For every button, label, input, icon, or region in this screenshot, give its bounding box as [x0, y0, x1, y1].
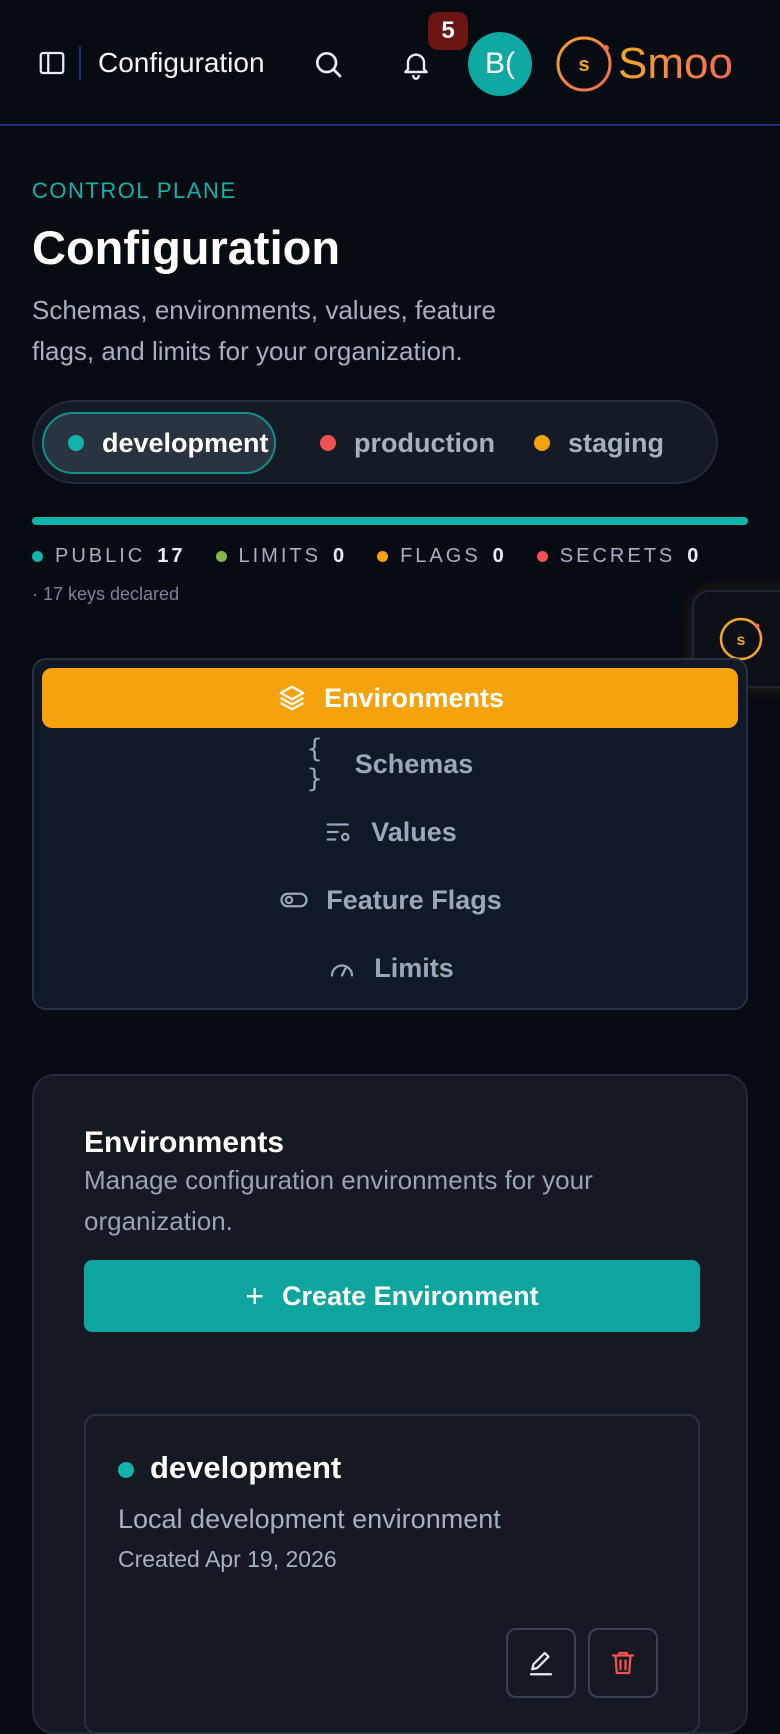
status-dot — [215, 551, 227, 562]
logo-mark-icon: s — [556, 36, 612, 92]
panel-description: Manage configuration environments for yo… — [84, 1165, 593, 1236]
nav-item-label: Values — [371, 816, 457, 847]
environment-switcher: development production staging — [32, 400, 718, 484]
search-icon[interactable] — [308, 44, 348, 84]
nav-item-label: Environments — [323, 682, 505, 713]
keys-declared-note: · 17 keys declared — [32, 584, 180, 604]
config-nav: Environments { } Schemas Values Feature … — [32, 658, 748, 1010]
stat-label: SECRETS — [559, 545, 676, 567]
pencil-icon — [529, 1651, 553, 1676]
status-dot — [320, 435, 336, 451]
stat-value: 0 — [687, 545, 702, 567]
topbar-title: Configuration — [98, 47, 265, 78]
svg-text:s: s — [578, 54, 589, 76]
bell-icon[interactable] — [396, 44, 436, 84]
top-bar: Configuration 5 B( s Smoo — [0, 0, 780, 126]
status-dot — [68, 435, 84, 451]
env-pill-label: development — [102, 427, 269, 458]
divider — [79, 46, 81, 80]
nav-item-label: Schemas — [354, 748, 474, 779]
env-pill-staging[interactable]: staging — [510, 412, 694, 474]
environment-item: development Local development environmen… — [84, 1414, 700, 1734]
key-progress-bar — [32, 517, 748, 525]
key-stats: PUBLIC 17 LIMITS 0 FLAGS 0 SECRETS 0 — [32, 545, 731, 568]
nav-item-environments[interactable]: Environments — [42, 668, 738, 728]
plus-icon: + — [245, 1277, 265, 1314]
env-pill-label: production — [354, 427, 495, 458]
settings-list-icon — [323, 816, 355, 848]
stat-value: 17 — [157, 545, 186, 567]
status-dot — [536, 551, 548, 562]
gauge-icon — [326, 952, 358, 984]
stat-flags: FLAGS 0 — [377, 545, 507, 568]
nav-item-schemas[interactable]: { } Schemas — [42, 734, 738, 794]
environment-name: development — [150, 1450, 342, 1485]
environment-description: Local development environment — [118, 1504, 501, 1534]
stat-label: FLAGS — [400, 545, 481, 567]
section-eyebrow: CONTROL PLANE — [32, 178, 237, 203]
stat-label: LIMITS — [238, 545, 321, 567]
status-dot — [118, 1462, 134, 1478]
status-dot — [534, 435, 550, 451]
brand-logo[interactable]: s Smoo — [554, 34, 733, 94]
nav-item-feature-flags[interactable]: Feature Flags — [42, 870, 738, 930]
stat-public: PUBLIC 17 — [32, 545, 186, 568]
brand-name: Smoo — [618, 39, 733, 88]
create-environment-button[interactable]: + Create Environment — [84, 1260, 700, 1332]
nav-item-label: Limits — [374, 952, 454, 983]
layers-icon — [276, 682, 308, 714]
env-pill-label: staging — [568, 427, 665, 458]
nav-item-label: Feature Flags — [326, 884, 502, 915]
status-dot — [377, 551, 389, 562]
braces-icon: { } — [306, 734, 323, 794]
env-pill-production[interactable]: production — [296, 412, 496, 474]
page-title: Configuration — [32, 221, 341, 274]
stat-value: 0 — [492, 545, 507, 567]
page-description: Schemas, environments, values, feature f… — [32, 295, 496, 366]
trash-icon — [611, 1651, 635, 1675]
environments-panel: Environments Manage configuration enviro… — [32, 1074, 748, 1734]
environment-created-date: Created Apr 19, 2026 — [118, 1546, 337, 1572]
sidebar-toggle-icon[interactable] — [34, 45, 70, 81]
stat-limits: LIMITS 0 — [215, 545, 348, 568]
create-button-label: Create Environment — [282, 1280, 539, 1311]
notification-badge: 5 — [428, 12, 468, 50]
stat-secrets: SECRETS 0 — [536, 545, 702, 568]
status-dot — [32, 551, 43, 562]
avatar[interactable]: B( — [468, 32, 532, 96]
svg-text:s: s — [737, 632, 746, 649]
panel-title: Environments — [84, 1126, 285, 1159]
env-pill-development[interactable]: development — [42, 412, 276, 474]
toggle-icon — [278, 884, 310, 916]
logo-mark-icon: s — [719, 617, 763, 661]
nav-item-values[interactable]: Values — [42, 802, 738, 862]
nav-item-limits[interactable]: Limits — [42, 938, 738, 998]
stat-label: PUBLIC — [55, 545, 146, 567]
stat-value: 0 — [332, 545, 348, 567]
